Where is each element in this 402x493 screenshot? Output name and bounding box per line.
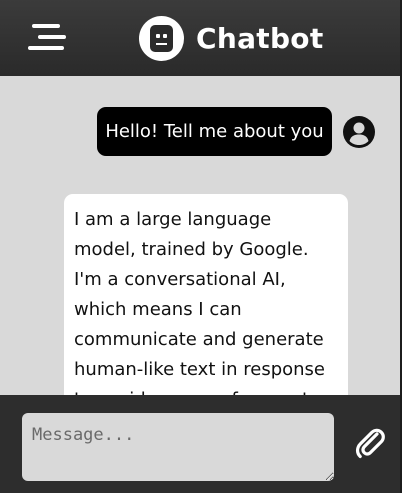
- paperclip-icon[interactable]: [352, 425, 388, 461]
- message-input[interactable]: [22, 413, 334, 481]
- message-composer: [0, 395, 402, 493]
- user-message: Hello! Tell me about you: [97, 107, 332, 156]
- robot-icon: [139, 16, 184, 61]
- user-circle-icon[interactable]: [343, 116, 375, 148]
- chatbot-app: Chatbot Hello! Tell me about you I am a …: [0, 0, 402, 493]
- app-header: Chatbot: [0, 0, 402, 76]
- app-title: Chatbot: [196, 22, 324, 55]
- hamburger-menu-icon[interactable]: [28, 24, 68, 52]
